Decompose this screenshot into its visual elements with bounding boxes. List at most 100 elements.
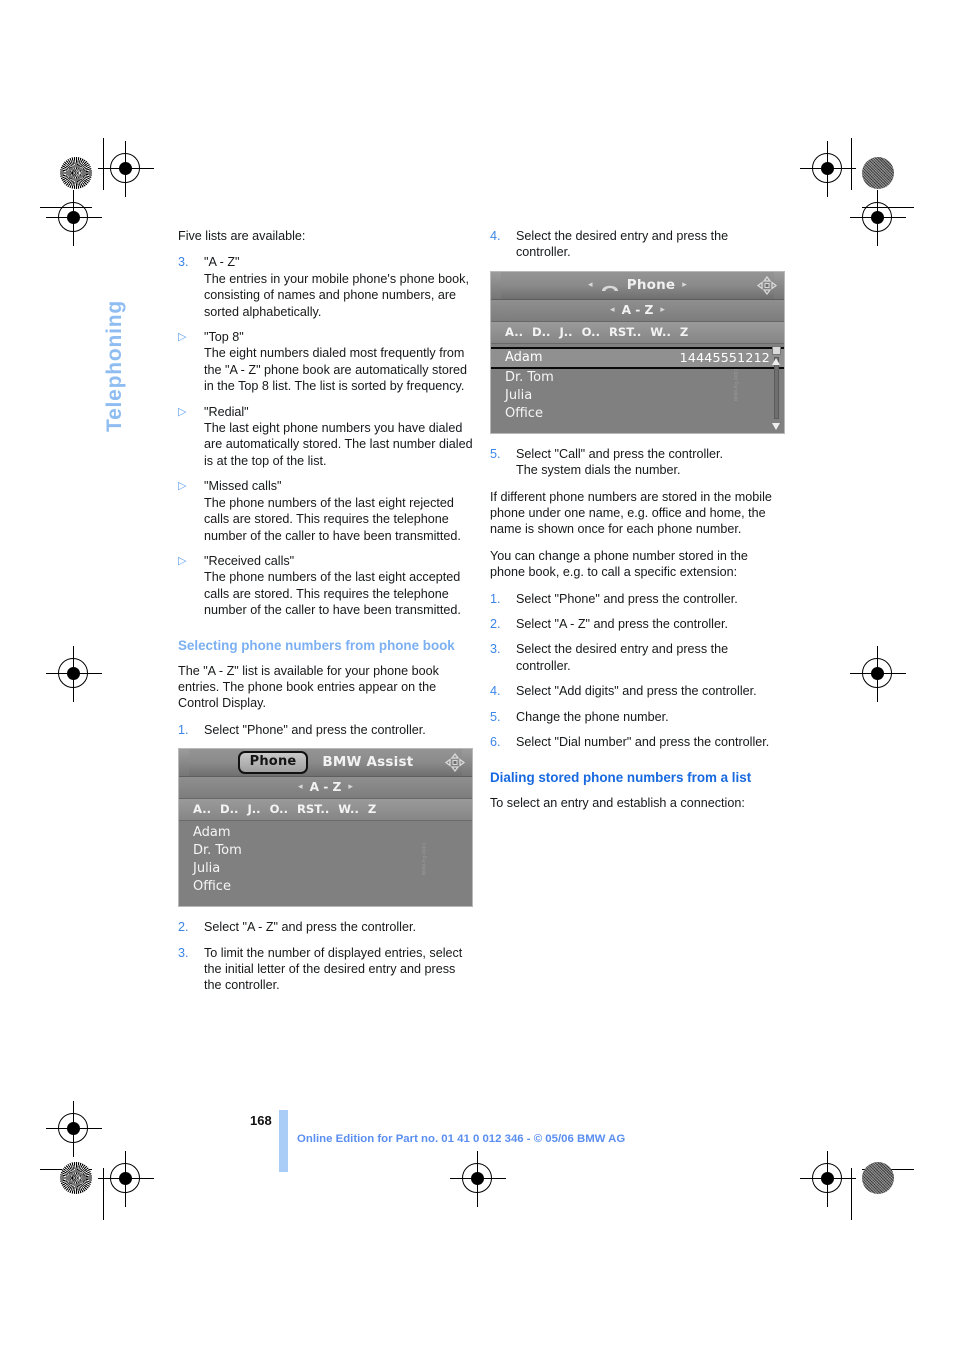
list-item: ▷ "Missed calls" The phone numbers of th… — [178, 478, 473, 544]
figure-reference-code: BMW-Fig-0002 — [733, 368, 739, 402]
letter-group-o[interactable]: O.. — [270, 801, 288, 817]
handset-icon — [600, 280, 620, 291]
step-marker: 4. — [490, 684, 501, 699]
footer-edition-text: Online Edition for Part no. 01 41 0 012 … — [297, 1133, 626, 1145]
letter-group-a[interactable]: A.. — [505, 324, 523, 340]
letter-group-j[interactable]: J.. — [559, 324, 572, 340]
letter-group-a[interactable]: A.. — [193, 801, 211, 817]
chevron-left-icon[interactable]: ◂ — [588, 277, 593, 293]
tab-bmw-assist[interactable]: BMW Assist — [322, 754, 413, 770]
triangle-bullet-icon: ▷ — [178, 554, 187, 567]
step-text: To limit the number of displayed entries… — [204, 945, 463, 993]
letter-group-rst[interactable]: RST.. — [297, 801, 329, 817]
list-item-title: "Top 8" — [204, 330, 244, 345]
registration-target-left-mid — [46, 646, 102, 702]
paragraph-change-number: You can change a phone number stored in … — [490, 548, 748, 580]
list-item: 1. Select "Phone" and press the controll… — [178, 722, 473, 738]
letter-group-j[interactable]: J.. — [247, 801, 260, 817]
registration-target-right-mid — [850, 646, 906, 702]
list-item: ▷ "Received calls" The phone numbers of … — [178, 553, 473, 619]
registration-star-top-left — [60, 157, 92, 189]
list-item: 3. To limit the number of displayed entr… — [178, 945, 473, 994]
list-item-body: The phone numbers of the last eight acce… — [204, 570, 461, 618]
list-item-title: "Redial" — [204, 404, 249, 419]
tab-phone[interactable]: Phone — [237, 750, 309, 775]
section-heading-dialing: Dialing stored phone numbers from a list — [490, 769, 752, 785]
controller-icon — [444, 753, 466, 773]
contact-row[interactable]: Adam — [179, 824, 472, 842]
step-marker: 5. — [490, 446, 501, 461]
registration-target-bottom-right — [800, 1151, 856, 1207]
contact-name: Office — [505, 405, 543, 421]
letter-group-w[interactable]: W.. — [650, 324, 671, 340]
step-text: Select the desired entry and press the c… — [516, 229, 729, 260]
list-item-title: "A - Z" — [204, 255, 240, 270]
letter-group-rst[interactable]: RST.. — [609, 324, 641, 340]
registration-target-bottom-center — [450, 1151, 506, 1207]
crop-line-br-v — [851, 1168, 853, 1220]
list-item: 1. Select "Phone" and press the controll… — [490, 591, 785, 607]
list-item: ▷ "Top 8" The eight numbers dialed most … — [178, 329, 473, 395]
triangle-bullet-icon: ▷ — [178, 405, 187, 418]
list-marker: 3. — [178, 255, 189, 270]
letter-group-z[interactable]: Z — [368, 801, 376, 817]
subbar-label: A - Z — [309, 780, 342, 795]
step-marker: 1. — [490, 591, 501, 606]
triangle-bullet-icon: ▷ — [178, 331, 187, 344]
registration-target-bottom-left — [98, 1151, 154, 1207]
chevron-left-icon[interactable]: ◂ — [298, 779, 303, 795]
contact-row-selected[interactable]: Adam 14445551212 — [491, 346, 784, 369]
step-marker: 5. — [490, 709, 501, 724]
step-marker: 6. — [490, 735, 501, 750]
contact-name: Office — [193, 878, 231, 894]
triangle-bullet-icon: ▷ — [178, 480, 187, 493]
letter-group-o[interactable]: O.. — [582, 324, 600, 340]
step-text: Select "Phone" and press the controller. — [204, 722, 426, 737]
scrollbar[interactable] — [772, 345, 781, 430]
titlebar-edge-left — [179, 749, 189, 777]
list-item-title: "Missed calls" — [204, 479, 282, 494]
chevron-left-icon[interactable]: ◂ — [610, 302, 615, 318]
contact-number: 14445551212 — [679, 349, 770, 365]
chevron-right-icon[interactable]: ▸ — [682, 277, 687, 293]
manual-page: Telephoning Five lists are available: 3.… — [0, 0, 954, 1351]
idrive-titlebar: ◂ Phone ▸ — [491, 271, 784, 300]
contact-name: Adam — [193, 824, 231, 840]
chapter-tab-label: Telephoning — [103, 299, 126, 432]
subbar-label: A - Z — [621, 303, 654, 318]
letter-group-d[interactable]: D.. — [220, 801, 238, 817]
titlebar-edge-left — [491, 271, 501, 299]
contact-name: Julia — [505, 387, 533, 403]
chevron-right-icon[interactable]: ▸ — [348, 779, 353, 795]
letter-group-d[interactable]: D.. — [532, 324, 550, 340]
contact-name: Dr. Tom — [193, 842, 242, 858]
scrollbar-thumb[interactable] — [772, 345, 781, 355]
list-item: 6. Select "Dial number" and press the co… — [490, 734, 785, 750]
step-text: Change the phone number. — [516, 709, 669, 724]
left-column: Five lists are available: 3. "A - Z" The… — [178, 228, 473, 1004]
right-column: 4. Select the desired entry and press th… — [490, 228, 785, 821]
footer-accent-bar — [279, 1110, 288, 1172]
controller-icon — [756, 275, 778, 295]
lists-overview: 3. "A - Z" The entries in your mobile ph… — [178, 254, 473, 618]
titlebar-center: ◂ Phone ▸ — [588, 277, 687, 293]
scroll-down-arrow-icon[interactable] — [772, 422, 780, 430]
idrive-subbar-az: ◂ A - Z ▸ — [491, 299, 784, 322]
list-item: 2. Select "A - Z" and press the controll… — [178, 919, 473, 935]
letter-group-z[interactable]: Z — [680, 324, 688, 340]
registration-target-left-upper — [46, 190, 102, 246]
letter-group-w[interactable]: W.. — [338, 801, 359, 817]
crop-line-tr-v — [851, 138, 853, 190]
crop-line-bl-v — [103, 1168, 105, 1220]
paragraph-multiple-numbers: If different phone numbers are stored in… — [490, 489, 772, 537]
registration-star-bottom-left — [60, 1162, 92, 1194]
step-subtext: The system dials the number. — [516, 463, 681, 478]
scroll-up-arrow-icon[interactable] — [772, 357, 780, 365]
steps-after-left-screen: 2. Select "A - Z" and press the controll… — [178, 919, 473, 994]
step-text: Select "A - Z" and press the controller. — [204, 920, 416, 935]
idrive-screenshot-selected-contact: ◂ Phone ▸ ◂ A - Z ▸ A.. D.. J.. O.. RST.… — [490, 270, 785, 434]
steps-before-right-screen: 4. Select the desired entry and press th… — [490, 228, 785, 261]
chevron-right-icon[interactable]: ▸ — [660, 302, 665, 318]
scrollbar-track[interactable] — [774, 356, 779, 419]
idrive-subbar-az: ◂ A - Z ▸ — [179, 777, 472, 800]
